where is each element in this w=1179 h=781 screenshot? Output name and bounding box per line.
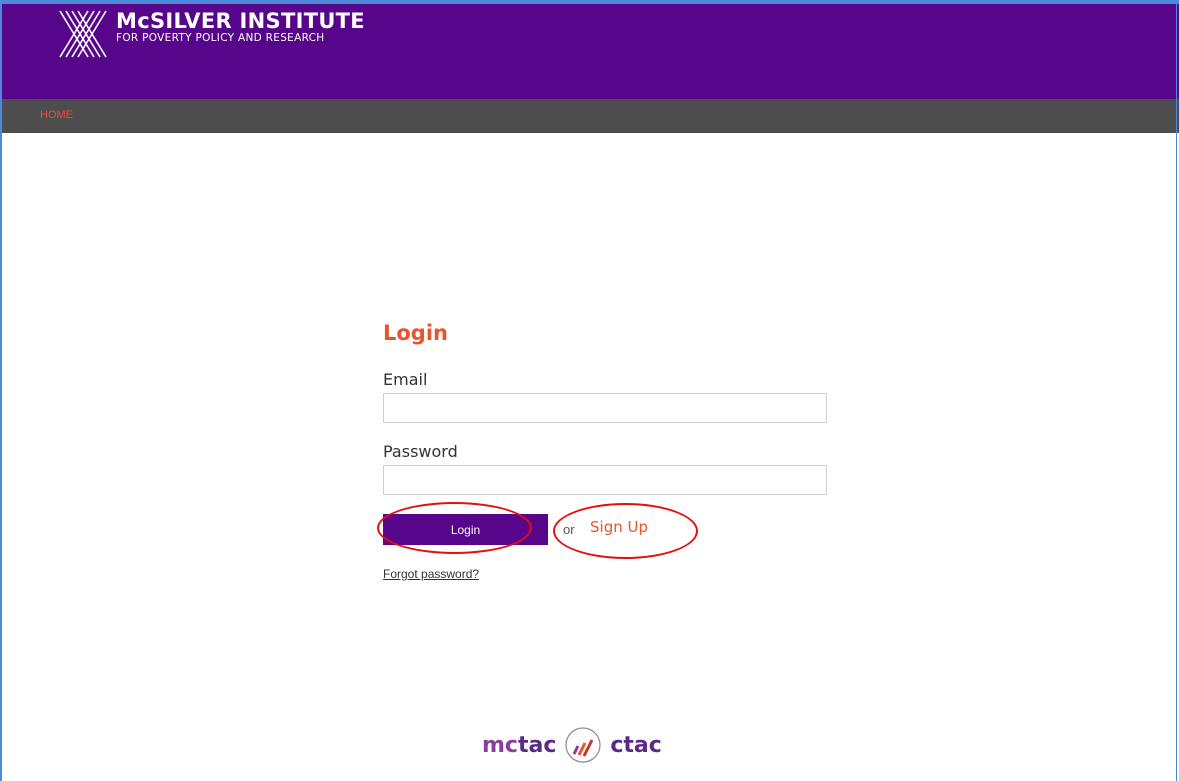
site-header: McSILVER INSTITUTE FOR POVERTY POLICY AN… — [0, 4, 1179, 99]
nav-bar: HOME — [0, 99, 1179, 133]
mctac-logo: mctac — [482, 732, 557, 758]
logo-title: McSILVER INSTITUTE — [116, 9, 365, 33]
forgot-password-link[interactable]: Forgot password? — [383, 567, 479, 581]
mcsilver-logo-icon — [59, 10, 107, 58]
email-field[interactable] — [383, 393, 827, 423]
site-logo[interactable]: McSILVER INSTITUTE FOR POVERTY POLICY AN… — [58, 9, 365, 59]
footer-brands: mctac ctac — [482, 726, 662, 764]
logo-subtitle: FOR POVERTY POLICY AND RESEARCH — [116, 32, 325, 44]
login-button-highlight — [377, 502, 532, 554]
tac-logo-icon — [565, 727, 601, 763]
sign-up-highlight — [553, 503, 698, 559]
password-field[interactable] — [383, 465, 827, 495]
password-label: Password — [383, 442, 458, 461]
email-label: Email — [383, 370, 428, 389]
login-title: Login — [383, 321, 448, 345]
nav-item-home[interactable]: HOME — [40, 109, 73, 121]
ctac-logo: ctac — [610, 732, 662, 758]
